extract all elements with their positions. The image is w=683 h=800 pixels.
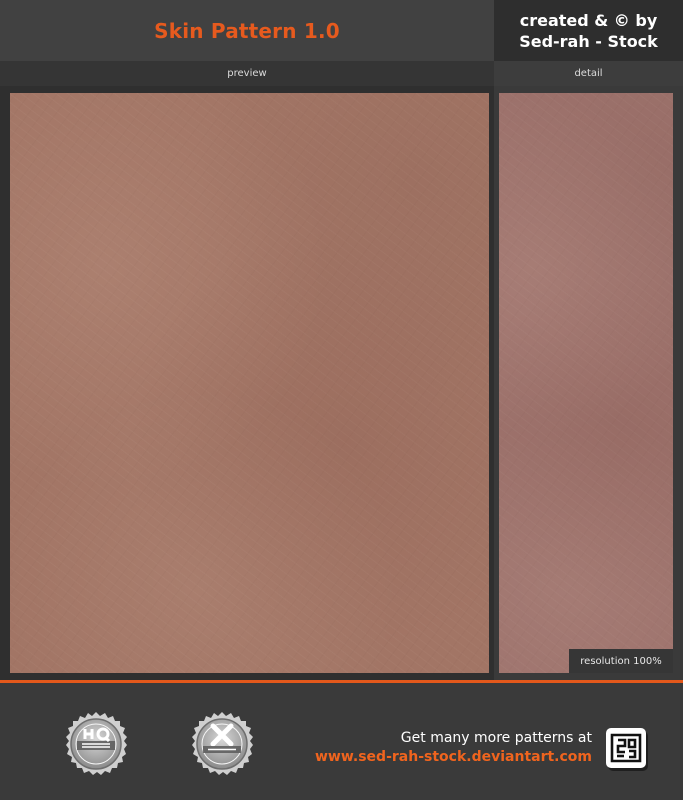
preview-label: preview [227, 68, 267, 79]
preview-label-bar: preview [0, 61, 494, 86]
credit-box: created & © by Sed-rah - Stock [494, 0, 683, 61]
xclusive-seal-icon [192, 712, 253, 775]
resolution-badge: resolution 100% [569, 649, 673, 673]
skin-texture-detail [499, 93, 673, 673]
sed-rah-logo-icon[interactable] [605, 727, 651, 773]
credit-line-2: Sed-rah - Stock [519, 31, 658, 51]
promo-text: Get many more patterns at [400, 730, 592, 746]
page-title: Skin Pattern 1.0 [154, 18, 340, 43]
header-title-bar: Skin Pattern 1.0 [0, 0, 494, 61]
hq-stock-seal-icon [66, 712, 127, 775]
skin-texture-preview [10, 93, 489, 673]
detail-label-bar: detail [494, 61, 683, 86]
credit-line-1: created & © by [519, 10, 658, 30]
deviantart-link[interactable]: www.sed-rah-stock.deviantart.com [315, 749, 592, 765]
resolution-label: resolution 100% [580, 655, 662, 667]
detail-label: detail [574, 68, 603, 79]
